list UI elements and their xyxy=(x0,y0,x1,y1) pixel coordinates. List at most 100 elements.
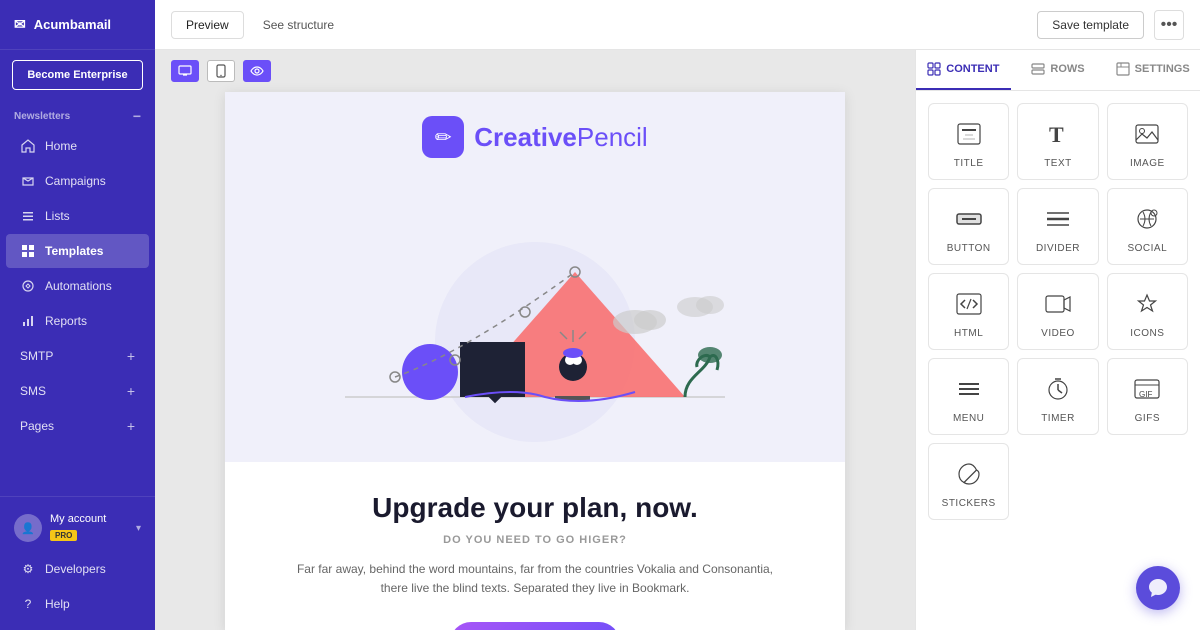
svg-text:GIF: GIF xyxy=(1139,390,1152,399)
content-item-menu[interactable]: MENU xyxy=(928,358,1009,435)
tab-content[interactable]: CONTENT xyxy=(916,50,1011,90)
collapse-icon[interactable]: − xyxy=(133,108,141,124)
sidebar-pages[interactable]: Pages + xyxy=(6,409,149,443)
menu-label: MENU xyxy=(953,413,984,424)
templates-icon xyxy=(20,243,36,259)
user-info: My account PRO xyxy=(50,513,128,543)
rows-tab-icon xyxy=(1031,62,1045,76)
desktop-view-button[interactable] xyxy=(171,60,199,82)
sidebar-item-home[interactable]: Home xyxy=(6,129,149,163)
brand-name-bold: Pencil xyxy=(577,122,648,152)
settings-tab-icon xyxy=(1116,62,1130,76)
content-item-html[interactable]: HTML xyxy=(928,273,1009,350)
chevron-down-icon: ▾ xyxy=(136,523,141,534)
content-item-image[interactable]: IMAGE xyxy=(1107,103,1188,180)
right-panel: CONTENT ROWS SETTINGS xyxy=(915,50,1200,630)
content-item-title[interactable]: TITLE xyxy=(928,103,1009,180)
text-label: TEXT xyxy=(1044,158,1072,169)
content-item-icons[interactable]: ICONS xyxy=(1107,273,1188,350)
sidebar-nav: Home Campaigns Lists xyxy=(0,128,155,496)
sidebar-item-lists[interactable]: Lists xyxy=(6,199,149,233)
button-label: BUTTON xyxy=(947,243,991,254)
help-icon: ? xyxy=(20,596,36,612)
email-body-text: Far far away, behind the word mountains,… xyxy=(285,560,785,598)
newsletters-section: Newsletters − xyxy=(0,100,155,128)
icons-icon xyxy=(1129,288,1165,320)
sidebar-sms[interactable]: SMS + xyxy=(6,374,149,408)
content-item-text[interactable]: T TEXT xyxy=(1017,103,1098,180)
timer-label: TIMER xyxy=(1041,413,1075,424)
developers-icon: ⚙ xyxy=(20,561,36,577)
stickers-label: STICKERS xyxy=(942,498,996,509)
sidebar-smtp[interactable]: SMTP + xyxy=(6,339,149,373)
pages-add-icon[interactable]: + xyxy=(127,418,135,434)
content-item-gifs[interactable]: GIF GIFS xyxy=(1107,358,1188,435)
email-header: ✏ CreativePencil xyxy=(225,92,845,182)
sms-add-icon[interactable]: + xyxy=(127,383,135,399)
campaigns-icon xyxy=(20,173,36,189)
sidebar-item-campaigns[interactable]: Campaigns xyxy=(6,164,149,198)
content-grid: TITLE T TEXT xyxy=(928,103,1188,520)
divider-label: DIVIDER xyxy=(1036,243,1080,254)
user-account[interactable]: 👤 My account PRO ▾ xyxy=(0,505,155,551)
sidebar-item-help[interactable]: ? Help xyxy=(6,587,149,621)
social-label: SOCIAL xyxy=(1127,243,1167,254)
panel-tabs: CONTENT ROWS SETTINGS xyxy=(916,50,1200,91)
mobile-view-button[interactable] xyxy=(207,60,235,82)
text-icon: T xyxy=(1040,118,1076,150)
image-label: IMAGE xyxy=(1130,158,1165,169)
save-template-button[interactable]: Save template xyxy=(1037,11,1144,39)
illustration-svg xyxy=(265,202,805,442)
more-options-button[interactable]: ••• xyxy=(1154,10,1184,40)
smtp-add-icon[interactable]: + xyxy=(127,348,135,364)
canvas-container: ✏ CreativePencil xyxy=(155,50,915,630)
automations-icon xyxy=(20,278,36,294)
image-icon xyxy=(1129,118,1165,150)
sidebar-item-reports[interactable]: Reports xyxy=(6,304,149,338)
sidebar-automations-label: Automations xyxy=(45,279,112,293)
sms-label: SMS xyxy=(20,384,46,398)
tab-rows[interactable]: ROWS xyxy=(1011,50,1106,90)
sidebar-item-automations[interactable]: Automations xyxy=(6,269,149,303)
gifs-icon: GIF xyxy=(1129,373,1165,405)
app-logo: ✉ Acumbamail xyxy=(0,0,155,50)
chat-bubble[interactable] xyxy=(1136,566,1180,610)
tab-preview[interactable]: Preview xyxy=(171,11,244,39)
email-headline: Upgrade your plan, now. xyxy=(285,492,785,524)
main-content: Preview See structure Save template ••• xyxy=(155,0,1200,630)
brand-name: CreativePencil xyxy=(474,122,647,153)
content-item-social[interactable]: SOCIAL xyxy=(1107,188,1188,265)
canvas-toolbar xyxy=(155,50,915,92)
app-name: Acumbamail xyxy=(34,17,111,32)
social-icon xyxy=(1129,203,1165,235)
lists-icon xyxy=(20,208,36,224)
preview-toggle-button[interactable] xyxy=(243,60,271,82)
email-cta-button[interactable]: Upgrade Now xyxy=(450,622,620,630)
html-label: HTML xyxy=(954,328,983,339)
content-item-video[interactable]: VIDEO xyxy=(1017,273,1098,350)
content-item-button[interactable]: BUTTON xyxy=(928,188,1009,265)
email-subheadline: DO YOU NEED TO GO HIGER? xyxy=(285,534,785,546)
video-label: VIDEO xyxy=(1041,328,1075,339)
tab-settings[interactable]: SETTINGS xyxy=(1105,50,1200,90)
sidebar-home-label: Home xyxy=(45,139,77,153)
email-body: Upgrade your plan, now. DO YOU NEED TO G… xyxy=(225,462,845,630)
content-item-timer[interactable]: TIMER xyxy=(1017,358,1098,435)
enterprise-button[interactable]: Become Enterprise xyxy=(12,60,143,90)
html-icon xyxy=(951,288,987,320)
chat-icon xyxy=(1147,577,1169,599)
tab-settings-label: SETTINGS xyxy=(1135,63,1190,75)
content-tab-icon xyxy=(927,62,941,76)
tab-structure[interactable]: See structure xyxy=(248,11,349,39)
sidebar-item-templates[interactable]: Templates xyxy=(6,234,149,268)
pages-label: Pages xyxy=(20,419,54,433)
sidebar-item-developers[interactable]: ⚙ Developers xyxy=(6,552,149,586)
stickers-icon xyxy=(951,458,987,490)
tab-rows-label: ROWS xyxy=(1050,63,1084,75)
content-item-stickers[interactable]: STICKERS xyxy=(928,443,1009,520)
email-illustration xyxy=(225,182,845,462)
content-item-divider[interactable]: DIVIDER xyxy=(1017,188,1098,265)
tab-content-label: CONTENT xyxy=(946,63,999,75)
gifs-label: GIFS xyxy=(1135,413,1160,424)
divider-icon xyxy=(1040,203,1076,235)
